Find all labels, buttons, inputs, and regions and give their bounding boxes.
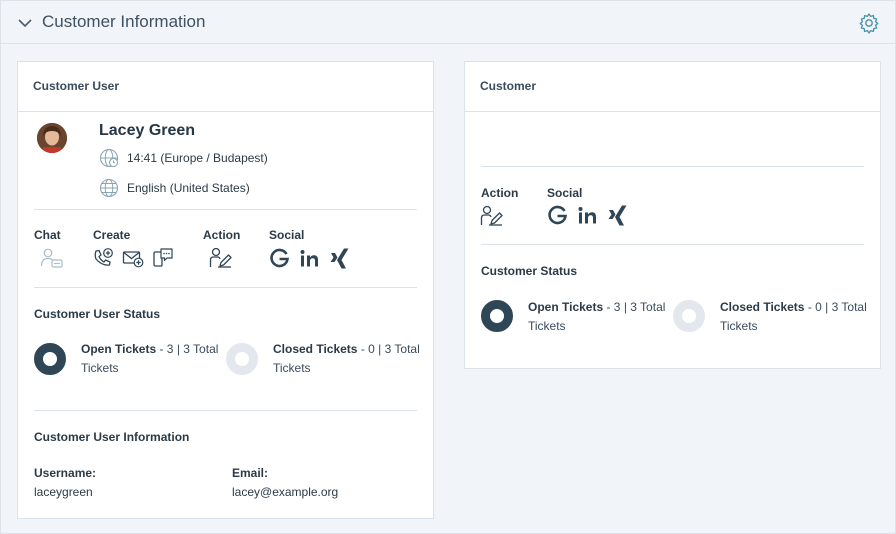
card-title: Customer (480, 79, 537, 93)
email-label: Email: (232, 466, 269, 480)
social-label: Social (547, 186, 583, 200)
card-title: Customer User (33, 79, 120, 93)
widget-title: Customer Information (42, 12, 206, 31)
social-label: Social (269, 228, 305, 242)
open-tickets-label: Open Tickets (81, 342, 157, 356)
closed-tickets-tickets-word: Tickets (720, 319, 758, 333)
user-edit-icon[interactable] (209, 247, 233, 269)
mail-add-icon[interactable] (122, 247, 144, 269)
open-tickets-tickets-word: Tickets (528, 319, 566, 333)
closed-tickets-stat[interactable]: Closed Tickets - 0 | 3 Total Tickets (273, 340, 423, 378)
avatar (37, 123, 67, 153)
username-label: Username: (34, 466, 97, 480)
customer-user-name[interactable]: Lacey Green (99, 122, 195, 140)
linkedin-icon[interactable] (577, 205, 598, 226)
email-value[interactable]: lacey@example.org (232, 485, 338, 499)
username-value: laceygreen (34, 485, 93, 499)
user-edit-icon[interactable] (480, 205, 504, 227)
open-tickets-stat[interactable]: Open Tickets - 3 | 3 Total Tickets (528, 298, 673, 336)
google-icon[interactable] (269, 248, 290, 269)
customer-status-heading: Customer Status (481, 264, 578, 278)
divider (481, 244, 864, 245)
closed-tickets-ring[interactable] (673, 300, 705, 332)
globe-clock-icon (99, 148, 119, 168)
open-tickets-label: Open Tickets (528, 300, 604, 314)
xing-icon[interactable] (329, 248, 350, 269)
customer-user-language: English (United States) (127, 181, 250, 195)
create-label: Create (93, 228, 131, 242)
closed-tickets-stat[interactable]: Closed Tickets - 0 | 3 Total Tickets (720, 298, 870, 336)
open-tickets-ring[interactable] (481, 300, 513, 332)
closed-tickets-ring[interactable] (226, 343, 258, 375)
customer-user-time: 14:41 (Europe / Budapest) (127, 151, 268, 165)
gear-icon[interactable] (858, 12, 880, 34)
closed-tickets-tickets-word: Tickets (273, 361, 311, 375)
divider (34, 209, 417, 210)
google-icon[interactable] (547, 205, 568, 226)
customer-information-widget: Customer Information Customer User Lacey… (0, 0, 896, 534)
globe-icon (99, 178, 119, 198)
phone-add-icon[interactable] (92, 247, 114, 269)
customer-card: Customer Action Social Customer Status O… (464, 61, 881, 369)
open-tickets-tickets-word: Tickets (81, 361, 119, 375)
action-label: Action (481, 186, 519, 200)
closed-tickets-label: Closed Tickets (720, 300, 805, 314)
sms-add-icon[interactable] (152, 247, 174, 269)
widget-header: Customer Information (1, 1, 895, 44)
open-tickets-detail: - 3 | 3 Total (603, 300, 666, 314)
open-tickets-stat[interactable]: Open Tickets - 3 | 3 Total Tickets (81, 340, 231, 378)
divider (481, 166, 864, 167)
closed-tickets-detail: - 0 | 3 Total (357, 342, 420, 356)
customer-user-status-heading: Customer User Status (34, 307, 161, 321)
chevron-down-icon[interactable] (17, 17, 33, 29)
card-header: Customer (465, 62, 880, 112)
closed-tickets-detail: - 0 | 3 Total (804, 300, 867, 314)
chat-label: Chat (34, 228, 61, 242)
open-tickets-detail: - 3 | 3 Total (156, 342, 219, 356)
open-tickets-ring[interactable] (34, 343, 66, 375)
closed-tickets-label: Closed Tickets (273, 342, 358, 356)
customer-user-info-heading: Customer User Information (34, 430, 190, 444)
customer-user-card: Customer User Lacey Green 14:41 (Europe … (17, 61, 434, 519)
card-header: Customer User (18, 62, 433, 112)
xing-icon[interactable] (607, 205, 628, 226)
user-chat-icon[interactable] (40, 247, 64, 269)
divider (34, 287, 417, 288)
action-label: Action (203, 228, 241, 242)
divider (34, 410, 417, 411)
linkedin-icon[interactable] (299, 248, 320, 269)
